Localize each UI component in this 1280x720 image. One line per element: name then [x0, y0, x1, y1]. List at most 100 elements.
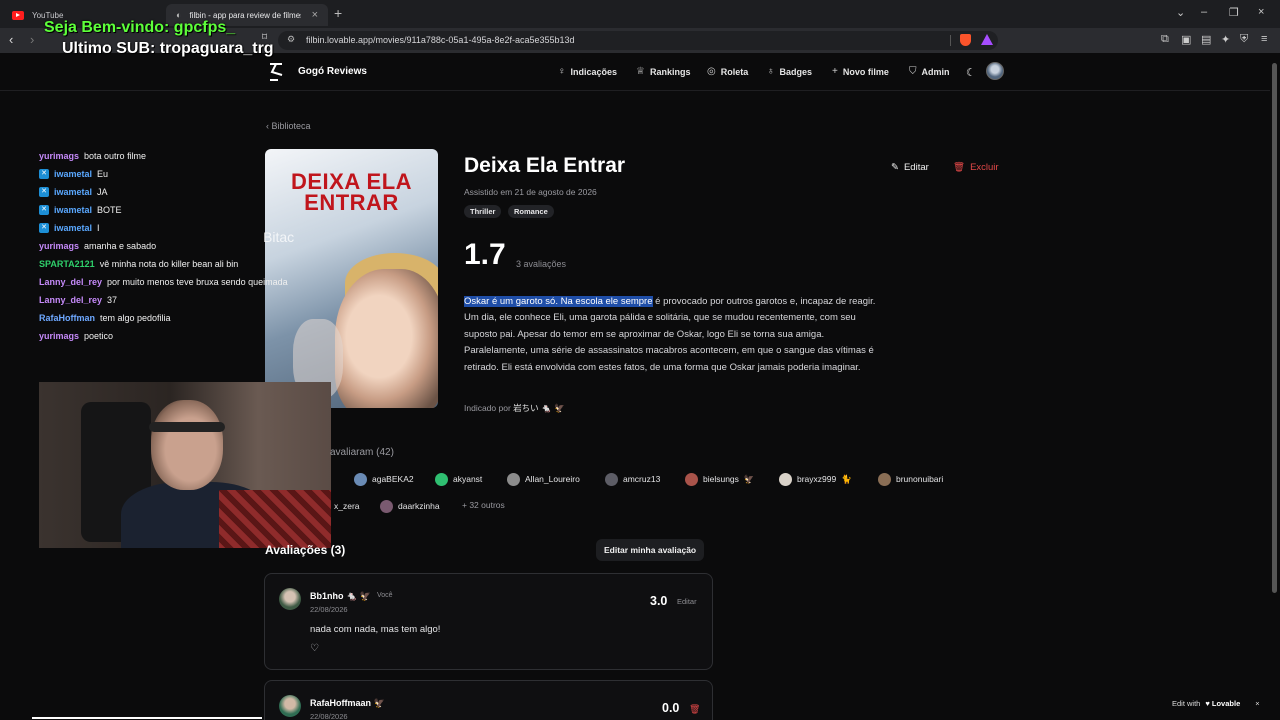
edit-movie-button[interactable]: ✎ Editar [891, 162, 929, 173]
rater-name: brayxz999 [797, 474, 837, 484]
chat-message: ✕ iwametal JA [39, 183, 339, 201]
tab-search-button[interactable]: ⌄ [1176, 6, 1185, 19]
video-progress-line [32, 717, 262, 719]
minimize-button[interactable]: – [1201, 6, 1207, 18]
edit-my-review-button[interactable]: Editar minha avaliação [596, 539, 705, 561]
new-tab-button[interactable]: + [334, 5, 342, 21]
rater-chip[interactable]: amcruz13 [605, 470, 660, 488]
delete-movie-button[interactable]: 🗑 Excluir [953, 162, 999, 173]
review-date: 22/08/2026 [310, 712, 348, 720]
site-header: Gogó Reviews ♀ Indicações ♕ Rankings ◎ R… [0, 53, 1270, 91]
rater-name: amcruz13 [623, 474, 661, 484]
nav-rankings[interactable]: ♕ Rankings [636, 66, 690, 77]
rater-chip[interactable]: daarkzinha [380, 497, 440, 515]
menu-icon[interactable]: ≡ [1261, 33, 1267, 45]
rater-chip[interactable]: brunonuibari [878, 470, 943, 488]
maximize-button[interactable]: ❐ [1229, 6, 1239, 19]
chat-text: JA [97, 187, 108, 197]
indicated-prefix: Indicado por [464, 403, 511, 413]
edit-review-button[interactable]: Editar [677, 597, 697, 606]
breadcrumb[interactable]: ‹ Biblioteca [266, 121, 311, 131]
user-avatar[interactable] [986, 62, 1004, 80]
you-label: Você [377, 592, 393, 599]
webcam-head [151, 400, 223, 490]
average-score: 1.7 [464, 238, 506, 271]
nav-label: Rankings [649, 66, 691, 77]
watched-date: Assistido em 21 de agosto de 2026 [464, 187, 597, 197]
forward-icon[interactable]: › [30, 32, 34, 47]
trash-icon[interactable]: 🗑 [689, 704, 700, 715]
avatar[interactable] [279, 588, 301, 610]
chat-message: ✕ iwametal BOTE [39, 201, 339, 219]
rater-chip[interactable]: Allan_Loureiro [507, 470, 580, 488]
nav-admin[interactable]: ⛉ Admin [909, 66, 950, 77]
breadcrumb-library-link[interactable]: Biblioteca [272, 121, 311, 131]
nav-roleta[interactable]: ◎ Roleta [707, 66, 748, 77]
chat-text: 37 [107, 295, 118, 305]
stream-welcome-text: Seja Bem-vindo: gpcfps_ [44, 19, 236, 36]
tab-close-button[interactable]: × [312, 9, 318, 21]
trophy-icon: ♕ [636, 66, 645, 77]
chat-text: vê minha nota do killer bean ali bin [99, 259, 239, 269]
back-icon[interactable]: ‹ [9, 32, 13, 47]
rater-chip[interactable]: brayxz999 🐈 [779, 470, 852, 488]
theme-toggle-moon-icon[interactable]: ☾ [966, 66, 976, 79]
youtube-icon [12, 10, 24, 20]
address-bar[interactable]: ⚙ filbin.lovable.app/movies/911a788c-05a… [278, 31, 998, 50]
sidebar-icon[interactable]: ▣ [1181, 33, 1191, 46]
edit-label: Editar [903, 162, 929, 173]
heart-icon[interactable]: ♡ [310, 643, 319, 654]
avatar [878, 472, 891, 486]
page-scrollbar[interactable] [1272, 53, 1278, 720]
chat-username: Lanny_del_rey [39, 277, 103, 287]
nav-badges[interactable]: ♁ Badges [767, 66, 812, 77]
shield-icon: ⛉ [909, 66, 917, 77]
genre-badge: Romance [508, 205, 554, 218]
webcam-headphones [149, 422, 225, 432]
rater-chip[interactable]: x_zera [334, 497, 360, 515]
rater-name: bielsungs [703, 474, 739, 484]
chat-text: Eu [97, 169, 109, 179]
review-username[interactable]: RafaHoffmaan 🦅 [310, 698, 385, 709]
url-text[interactable]: filbin.lovable.app/movies/911a788c-05a1-… [306, 35, 575, 45]
close-icon[interactable]: × [1255, 699, 1259, 708]
indicated-user-link[interactable]: 岩ちい 🐁 🦅 [513, 403, 564, 413]
logo-icon[interactable] [266, 61, 286, 83]
prime-badge-icon: ✕ [39, 223, 49, 233]
nav-label: Indicações [570, 66, 618, 77]
scrollbar-thumb[interactable] [1272, 63, 1277, 593]
chat-username: RafaHoffman [39, 313, 96, 323]
nav-novo-filme[interactable]: + Novo filme [832, 66, 889, 77]
lightbulb-icon: ♀ [558, 66, 566, 77]
chat-message: yurimags amanha e sabado [39, 237, 339, 255]
extensions-icon[interactable]: ⧉ [1161, 33, 1169, 46]
chat-username: iwametal [54, 187, 93, 197]
close-window-button[interactable]: × [1258, 6, 1264, 18]
vpn-icon[interactable]: ⛨ [1240, 33, 1248, 46]
chat-text: BOTE [97, 205, 122, 215]
rater-name: Allan_Loureiro [525, 474, 580, 484]
stream-chat: yurimags bota outro filme ✕ iwametal Eu ✕ iw… [39, 147, 339, 345]
site-info-icon[interactable]: ⚙ [287, 34, 295, 45]
wallet-icon[interactable]: ▤ [1201, 33, 1211, 46]
lovable-prefix: Edit with [1172, 698, 1201, 708]
nav-indicacoes[interactable]: ♀ Indicações [558, 66, 617, 77]
selected-text: Oskar é um garoto só. Na escola ele semp… [464, 296, 653, 307]
stream-last-sub-text: Ultimo SUB: tropaguara_trg [62, 40, 274, 57]
more-raters-link[interactable]: + 32 outros [462, 500, 505, 510]
leo-ai-icon[interactable]: ✦ [1221, 33, 1230, 46]
pencil-icon: ✎ [891, 162, 899, 173]
brave-shields-icon[interactable] [960, 34, 971, 46]
rater-chip[interactable]: agaBEKA2 [354, 470, 414, 488]
rater-chip[interactable]: akyanst [435, 470, 482, 488]
avatar [380, 499, 393, 513]
review-date: 22/08/2026 [310, 605, 348, 614]
rater-chip[interactable]: bielsungs 🦅 [685, 470, 755, 488]
brave-rewards-icon[interactable] [981, 34, 993, 45]
rating-count: 3 avaliações [516, 259, 567, 269]
avatar [435, 472, 448, 486]
brand-name[interactable]: Gogó Reviews [298, 66, 367, 77]
edit-with-lovable-badge[interactable]: Edit with ♥ Lovable × [1166, 695, 1266, 711]
review-username[interactable]: Bb1nho 🐁 🦅 [310, 591, 371, 602]
avatar[interactable] [279, 695, 301, 717]
